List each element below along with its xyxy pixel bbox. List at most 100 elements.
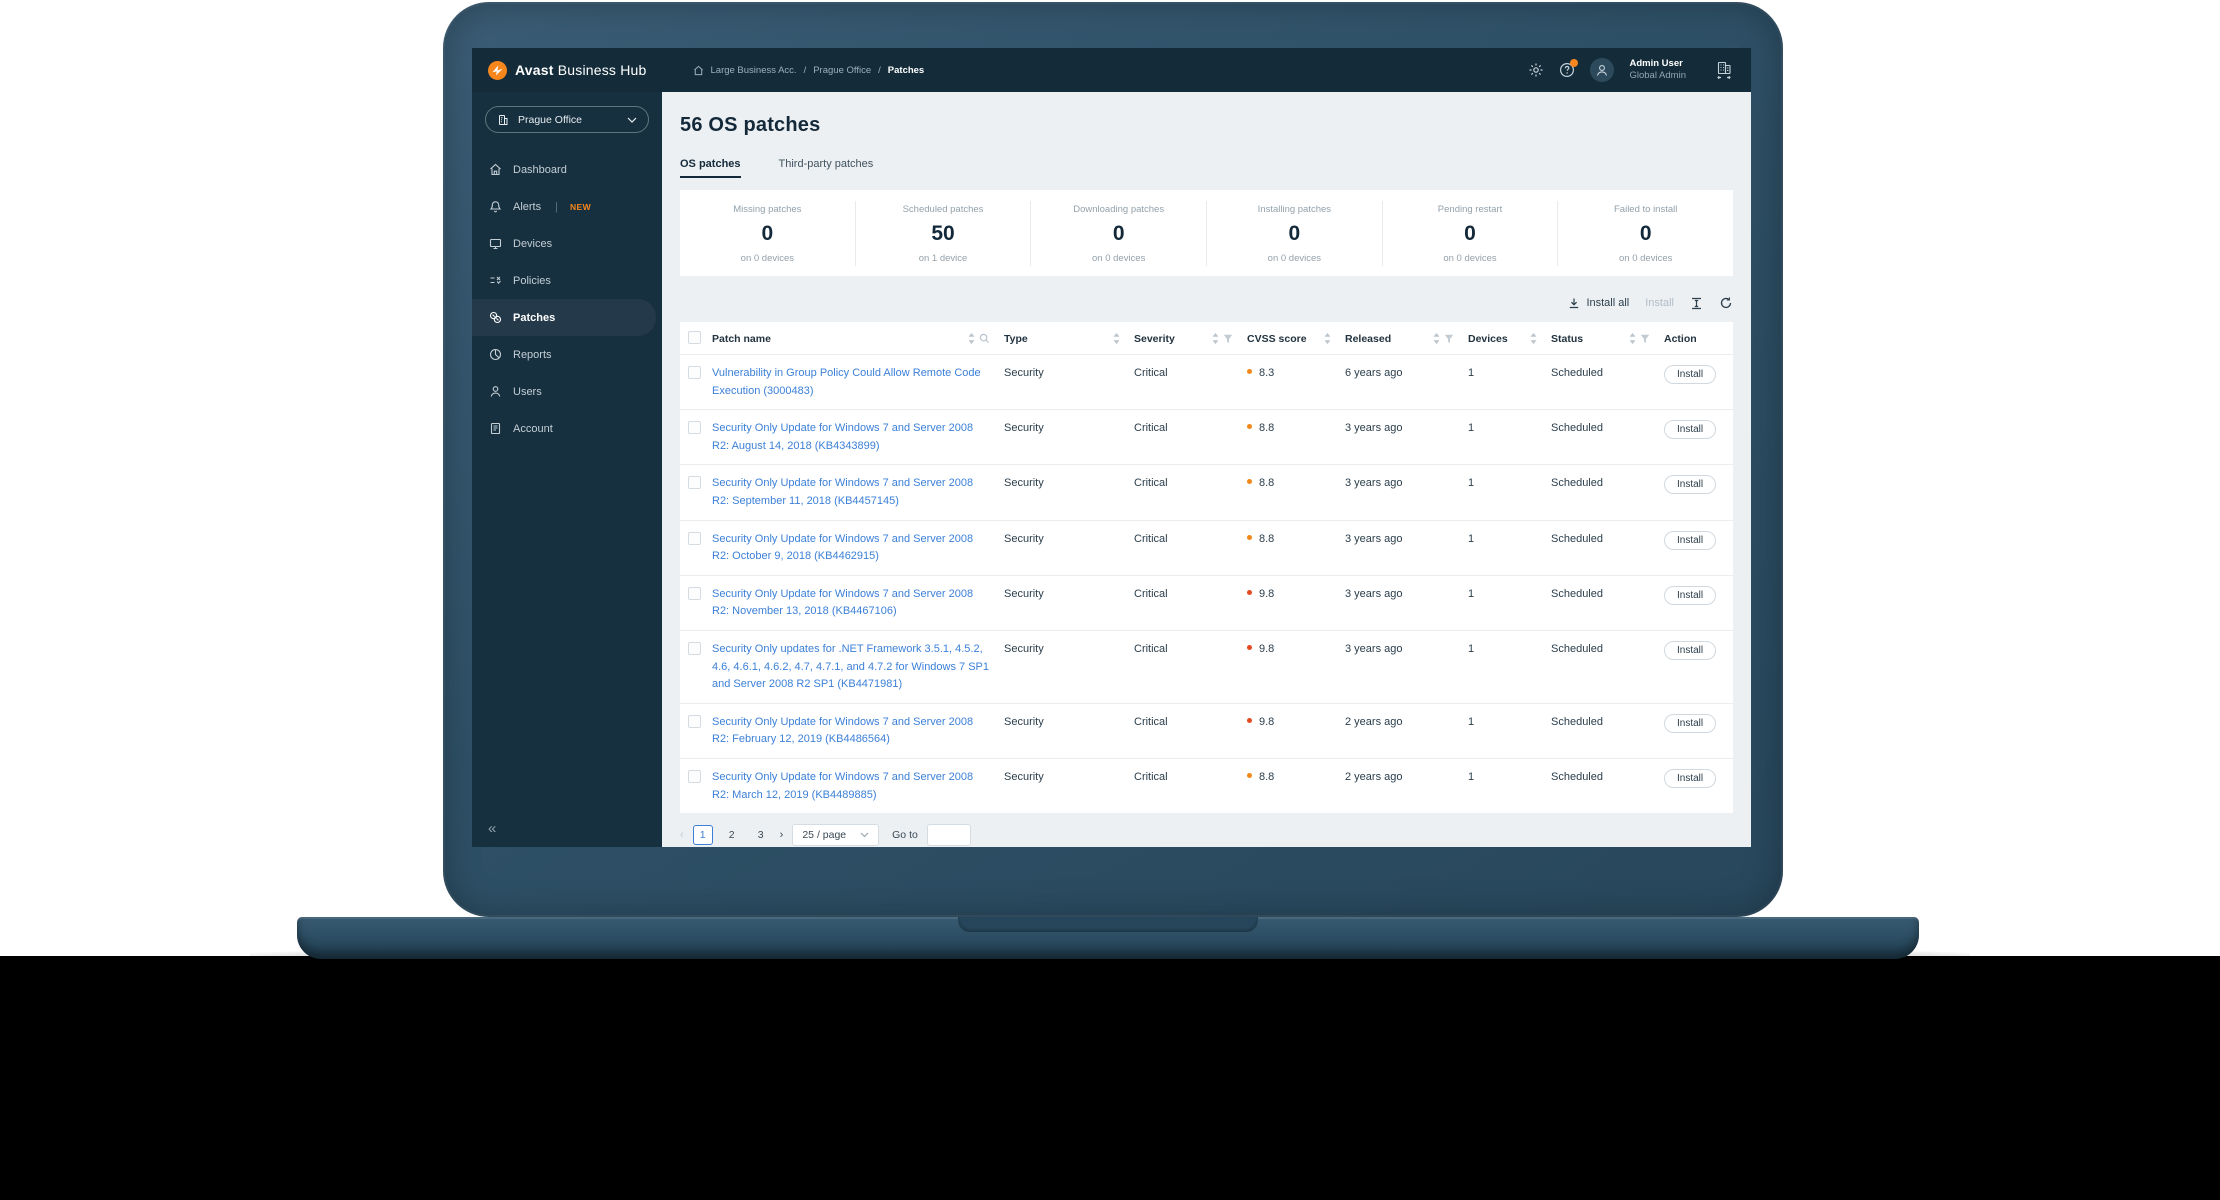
row-checkbox[interactable] — [688, 714, 701, 728]
sidebar-item-devices[interactable]: Devices — [472, 225, 662, 262]
column-header-type[interactable]: Type — [1004, 333, 1134, 345]
user-info[interactable]: Admin User Global Admin — [1629, 58, 1686, 83]
install-row-button[interactable]: Install — [1664, 365, 1717, 384]
help-icon[interactable] — [1559, 59, 1579, 78]
install-row-button[interactable]: Install — [1664, 420, 1717, 440]
brand-logo[interactable]: Avast Business Hub — [488, 60, 647, 80]
column-header-patch-name[interactable]: Patch name — [712, 333, 1004, 345]
breadcrumb-item[interactable]: Prague Office — [813, 65, 871, 76]
chevron-down-icon — [860, 832, 869, 838]
sort-icon[interactable] — [968, 333, 975, 344]
stat-value: 0 — [1464, 222, 1476, 245]
page-size-select[interactable]: 25 / page — [792, 824, 880, 847]
patch-devices: 1 — [1468, 422, 1475, 435]
column-header-released[interactable]: Released — [1345, 333, 1468, 345]
install-row-button[interactable]: Install — [1664, 530, 1717, 550]
sidebar-item-alerts[interactable]: Alerts | NEW — [472, 188, 662, 225]
refresh-icon[interactable] — [1719, 296, 1733, 310]
patch-name-link[interactable]: Security Only Update for Windows 7 and S… — [712, 714, 1004, 749]
page-number-button[interactable]: 2 — [722, 825, 742, 845]
search-icon[interactable] — [979, 333, 990, 344]
column-header-status[interactable]: Status — [1551, 333, 1664, 345]
sort-icon[interactable] — [1629, 333, 1636, 344]
row-checkbox[interactable] — [688, 421, 701, 435]
sidebar-item-policies[interactable]: Policies — [472, 262, 662, 299]
breadcrumb-item[interactable]: Large Business Acc. — [711, 65, 797, 76]
bell-icon — [489, 200, 502, 213]
install-button[interactable]: Install — [1645, 297, 1674, 309]
install-all-button[interactable]: Install all — [1568, 297, 1629, 309]
patch-released: 3 years ago — [1345, 422, 1403, 435]
patch-released: 2 years ago — [1345, 770, 1403, 783]
row-checkbox[interactable] — [688, 476, 701, 490]
patch-released: 6 years ago — [1345, 367, 1403, 379]
page-number-button[interactable]: 3 — [751, 825, 771, 845]
sidebar-item-account[interactable]: Account — [472, 410, 662, 447]
row-checkbox[interactable] — [688, 586, 701, 600]
column-header-severity[interactable]: Severity — [1134, 333, 1247, 345]
filter-icon[interactable] — [1640, 334, 1650, 344]
install-row-button[interactable]: Install — [1664, 640, 1717, 660]
next-page-icon[interactable]: › — [780, 829, 784, 841]
topbar-actions: Admin User Global Admin — [1528, 58, 1735, 83]
filter-icon[interactable] — [1223, 334, 1233, 344]
row-checkbox[interactable] — [688, 531, 701, 545]
column-header-devices[interactable]: Devices — [1468, 333, 1551, 345]
home-icon[interactable] — [693, 65, 704, 76]
collapse-sidebar-icon[interactable]: « — [488, 820, 496, 837]
row-checkbox[interactable] — [688, 366, 701, 379]
filter-icon[interactable] — [1444, 334, 1454, 344]
page-number-button[interactable]: 1 — [692, 825, 713, 846]
gear-icon[interactable] — [1528, 62, 1544, 78]
patch-cvss: 9.8 — [1247, 586, 1345, 604]
patch-name-link[interactable]: Security Only Update for Windows 7 and S… — [712, 531, 1004, 566]
install-row-button[interactable]: Install — [1664, 713, 1717, 733]
row-checkbox[interactable] — [688, 769, 701, 783]
cvss-dot — [1247, 424, 1252, 430]
patch-name-link[interactable]: Security Only updates for .NET Framework… — [712, 641, 1004, 694]
patch-released: 2 years ago — [1345, 715, 1403, 728]
prev-page-icon[interactable]: ‹ — [680, 829, 684, 841]
install-row-button[interactable]: Install — [1664, 768, 1717, 788]
row-checkbox[interactable] — [688, 641, 701, 655]
sort-icon[interactable] — [1113, 333, 1120, 344]
patch-type: Security — [1004, 770, 1044, 783]
patch-name-link[interactable]: Security Only Update for Windows 7 and S… — [712, 475, 1004, 510]
stat-sub: on 0 devices — [1619, 253, 1673, 264]
tab-third-party-patches[interactable]: Third-party patches — [779, 158, 874, 178]
laptop-mockup-stage: Avast Business Hub Large Business Acc. /… — [0, 0, 2220, 1200]
table-row: Security Only Update for Windows 7 and S… — [680, 409, 1733, 464]
stat-label: Installing patches — [1257, 204, 1332, 215]
sidebar-item-patches[interactable]: Patches — [472, 299, 656, 336]
laptop-base — [297, 917, 1919, 959]
sidebar-item-reports[interactable]: Reports — [472, 336, 662, 373]
install-row-button[interactable]: Install — [1664, 475, 1717, 495]
column-header-cvss-score[interactable]: CVSS score — [1247, 333, 1345, 345]
select-all-checkbox[interactable] — [688, 331, 701, 344]
sort-icon[interactable] — [1212, 333, 1219, 344]
patch-name-link[interactable]: Security Only Update for Windows 7 and S… — [712, 769, 1004, 804]
install-all-label: Install all — [1586, 297, 1630, 309]
goto-page-input[interactable] — [926, 824, 971, 847]
patch-status: Scheduled — [1551, 642, 1603, 655]
patch-cvss: 8.8 — [1247, 531, 1345, 549]
sort-icon[interactable] — [1530, 333, 1537, 344]
avatar[interactable] — [1590, 58, 1615, 82]
sort-icon[interactable] — [1324, 333, 1331, 344]
tab-os-patches[interactable]: OS patches — [680, 158, 741, 178]
stat-card: Missing patches 0 on 0 devices — [680, 201, 855, 266]
row-height-icon[interactable] — [1690, 297, 1703, 310]
patch-name-link[interactable]: Security Only Update for Windows 7 and S… — [712, 420, 1004, 455]
sidebar-item-users[interactable]: Users — [472, 373, 662, 410]
install-row-button[interactable]: Install — [1664, 585, 1717, 605]
chevron-down-icon — [627, 117, 637, 123]
patch-name-link[interactable]: Security Only Update for Windows 7 and S… — [712, 586, 1004, 621]
cvss-dot — [1247, 717, 1252, 723]
cvss-dot — [1247, 772, 1252, 778]
sort-icon[interactable] — [1433, 333, 1440, 344]
company-switcher-icon[interactable] — [1713, 59, 1735, 81]
site-selector[interactable]: Prague Office — [485, 106, 649, 133]
patch-name-link[interactable]: Vulnerability in Group Policy Could Allo… — [712, 365, 1004, 400]
sidebar-item-dashboard[interactable]: Dashboard — [472, 151, 662, 188]
stat-label: Downloading patches — [1073, 204, 1165, 215]
